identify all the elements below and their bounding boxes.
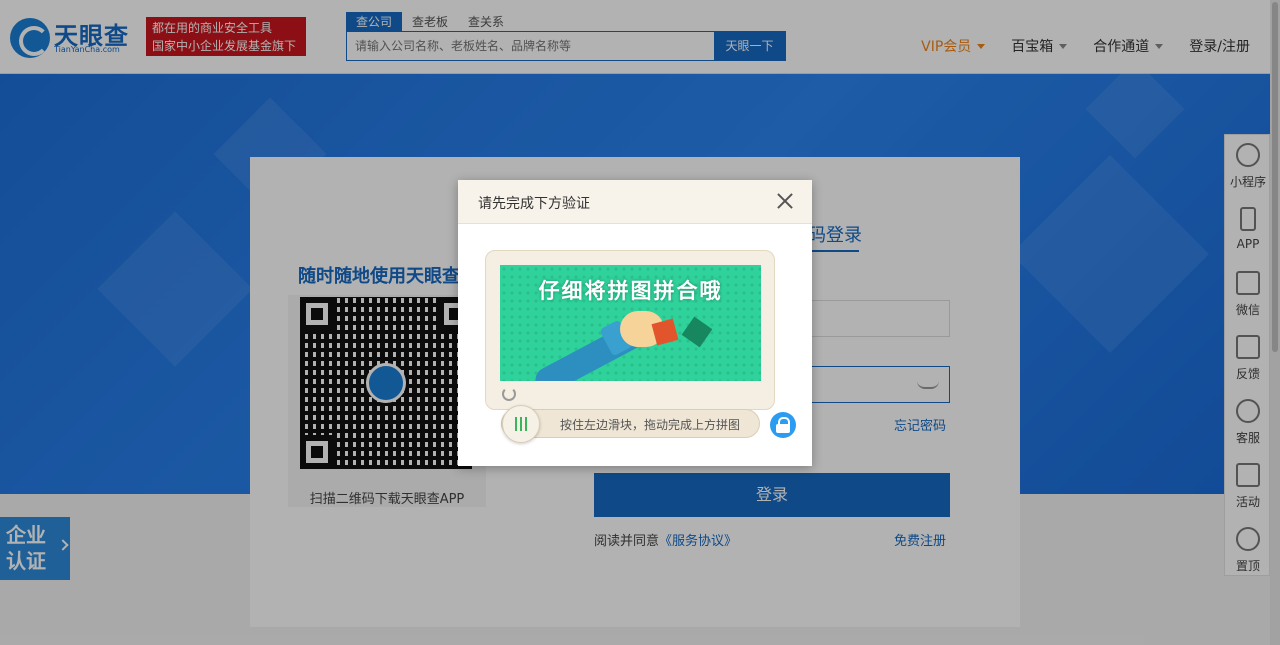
lock-icon	[770, 412, 796, 438]
close-icon[interactable]	[776, 192, 794, 210]
grip-icon	[515, 417, 529, 431]
modal-header: 请先完成下方验证	[458, 180, 812, 224]
puzzle-image: 仔细将拼图拼合哦	[500, 265, 761, 381]
captcha-slider: 按住左边滑块，拖动完成上方拼图	[501, 405, 760, 443]
slider-handle[interactable]	[502, 405, 540, 443]
refresh-icon[interactable]	[502, 387, 516, 401]
puzzle-piece-green	[681, 316, 713, 348]
captcha-modal: 请先完成下方验证 仔细将拼图拼合哦 按住左边滑块，拖动完成上方拼图	[458, 180, 812, 466]
puzzle-text: 仔细将拼图拼合哦	[538, 279, 723, 303]
puzzle-frame: 仔细将拼图拼合哦	[485, 250, 775, 410]
modal-title: 请先完成下方验证	[478, 196, 590, 212]
puzzle-piece-red	[651, 318, 679, 346]
slider-hint: 按住左边滑块，拖动完成上方拼图	[560, 418, 741, 432]
